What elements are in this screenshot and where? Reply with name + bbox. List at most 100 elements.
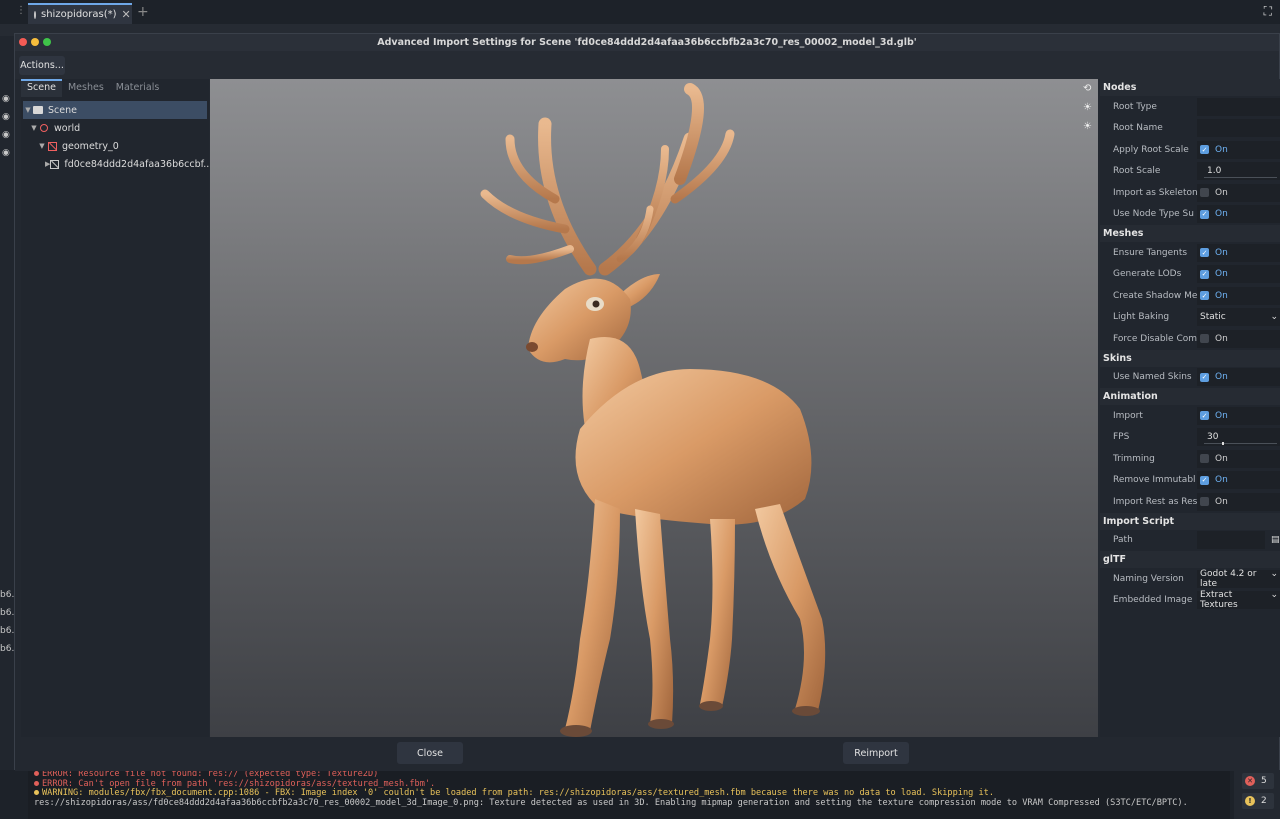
prop-label: Create Shadow Me	[1113, 290, 1197, 301]
node3d-icon	[39, 124, 49, 133]
error-bullet-icon	[34, 780, 39, 786]
log-line: WARNING: modules/fbx/fbx_document.cpp:10…	[42, 788, 994, 799]
prop-force-disable-compression: Force Disable Com On	[1100, 328, 1280, 350]
collapse-arrow-icon[interactable]: ▼	[23, 106, 33, 114]
minimize-window-icon[interactable]	[31, 38, 39, 46]
root-name-field[interactable]	[1197, 119, 1280, 138]
prop-generate-lods: Generate LODs ✓ On	[1100, 264, 1280, 286]
close-button[interactable]: Close	[397, 742, 463, 764]
folder-icon[interactable]: ▤	[1271, 535, 1280, 545]
create-shadow-checkbox[interactable]: ✓ On	[1197, 286, 1280, 305]
collapse-arrow-icon[interactable]: ▼	[29, 124, 39, 132]
use-node-type-checkbox[interactable]: ✓ On	[1197, 205, 1280, 224]
trimming-checkbox[interactable]: On	[1197, 449, 1280, 468]
prop-apply-root-scale: Apply Root Scale ✓ On	[1100, 139, 1280, 161]
file-item[interactable]: b6.	[0, 626, 14, 636]
prop-remove-immutable: Remove Immutabl ✓ On	[1100, 470, 1280, 492]
checkbox-checked-icon: ✓	[1200, 248, 1209, 258]
close-window-icon[interactable]	[19, 38, 27, 46]
menu-dots-icon[interactable]: ⋮	[16, 5, 26, 16]
actions-bar: Actions...	[15, 51, 1279, 79]
prop-label: Trimming	[1113, 453, 1155, 464]
path-input[interactable]	[1197, 531, 1265, 550]
fullscreen-icon[interactable]: ⛶	[1264, 4, 1272, 19]
prop-import-as-skeleton: Import as Skeleton On	[1100, 182, 1280, 204]
rotate-icon[interactable]: ⟲	[1083, 83, 1092, 94]
eye-icon[interactable]: ◉	[2, 148, 10, 158]
light-baking-dropdown[interactable]: Static ⌄	[1197, 308, 1280, 327]
embedded-image-dropdown[interactable]: Extract Textures ⌄	[1197, 590, 1280, 610]
section-gltf: glTF	[1100, 551, 1280, 568]
anim-import-checkbox[interactable]: ✓ On	[1197, 406, 1280, 425]
root-scale-spinbox[interactable]: 1.0	[1197, 162, 1280, 181]
log-line: ERROR: Can't open file from path 'res://…	[42, 778, 436, 789]
dialog-title: Advanced Import Settings for Scene 'fd0c…	[377, 37, 917, 48]
eye-icon[interactable]: ◉	[2, 130, 10, 140]
checkbox-unchecked-icon	[1200, 334, 1209, 344]
section-nodes: Nodes	[1100, 79, 1280, 96]
file-item[interactable]: b6.	[0, 590, 14, 600]
tab-meshes[interactable]: Meshes	[62, 79, 110, 97]
checkbox-checked-icon: ✓	[1200, 475, 1209, 485]
naming-version-dropdown[interactable]: Godot 4.2 or late ⌄	[1197, 569, 1280, 589]
maximize-window-icon[interactable]	[43, 38, 51, 46]
tree-item-geometry[interactable]: ▼ geometry_0	[23, 137, 207, 155]
tree-item-mesh[interactable]: ▶ fd0ce84ddd2d4afaa36b6ccbf...	[23, 155, 212, 173]
error-count: 5	[1261, 776, 1267, 786]
checkbox-checked-icon: ✓	[1200, 411, 1209, 421]
log-line: res://shizopidoras/ass/fd0ce84ddd2d4afaa…	[34, 797, 1188, 808]
tree-item-world[interactable]: ▼ world	[23, 119, 207, 137]
prop-label: Ensure Tangents	[1113, 247, 1188, 258]
scene-tab[interactable]: shizopidoras(*) ✕	[28, 3, 132, 24]
3d-viewport[interactable]: ⟲ ☀ ☀	[210, 79, 1098, 737]
fps-spinbox[interactable]: 30	[1197, 428, 1280, 447]
dialog-button-bar: Close Reimport	[15, 737, 1279, 771]
warning-filter-button[interactable]: ! 2	[1242, 793, 1274, 809]
prop-root-scale: Root Scale 1.0	[1100, 161, 1280, 183]
slider-knob[interactable]	[1222, 442, 1224, 446]
tree-item-scene[interactable]: ▼ Scene	[23, 101, 207, 119]
scene-tree: ▼ Scene ▼ world ▼ geometry_0 ▶ fd0ce84dd…	[23, 101, 212, 173]
output-log: ERROR: Resource file not found: res:// (…	[28, 768, 1230, 819]
checkbox-checked-icon: ✓	[1200, 269, 1209, 279]
collapse-arrow-icon[interactable]: ▼	[37, 142, 47, 150]
tab-materials[interactable]: Materials	[110, 79, 166, 97]
warning-icon: !	[1245, 796, 1255, 806]
actions-button[interactable]: Actions...	[19, 56, 65, 75]
prop-label: Import as Skeleton	[1113, 187, 1197, 198]
eye-icon[interactable]: ◉	[2, 94, 10, 104]
file-item[interactable]: b6.	[0, 644, 14, 654]
prop-embedded-image: Embedded Image Extract Textures ⌄	[1100, 590, 1280, 612]
light-icon[interactable]: ☀	[1083, 102, 1092, 113]
force-disable-checkbox[interactable]: On	[1197, 329, 1280, 348]
prop-label: Apply Root Scale	[1113, 144, 1189, 155]
prop-label: Use Node Type Su	[1113, 209, 1194, 220]
generate-lods-checkbox[interactable]: ✓ On	[1197, 265, 1280, 284]
tree-item-label: Scene	[48, 104, 77, 116]
file-item[interactable]: b6.	[0, 608, 14, 618]
import-as-skeleton-checkbox[interactable]: On	[1197, 183, 1280, 202]
reimport-button[interactable]: Reimport	[843, 742, 909, 764]
import-rest-checkbox[interactable]: On	[1197, 492, 1280, 511]
root-type-field[interactable]	[1197, 97, 1280, 116]
apply-root-scale-checkbox[interactable]: ✓ On	[1197, 140, 1280, 159]
light-icon[interactable]: ☀	[1083, 121, 1092, 132]
section-animation: Animation	[1100, 388, 1280, 405]
tab-scene[interactable]: Scene	[21, 79, 62, 97]
prop-label: Naming Version	[1113, 573, 1184, 584]
prop-label: Path	[1113, 535, 1133, 546]
prop-use-node-type: Use Node Type Su ✓ On	[1100, 204, 1280, 226]
scene-tab-label: shizopidoras(*)	[41, 9, 117, 20]
eye-icon[interactable]: ◉	[2, 112, 10, 122]
prop-label: Light Baking	[1113, 312, 1170, 323]
close-tab-icon[interactable]: ✕	[122, 8, 131, 21]
checkbox-unchecked-icon	[1200, 497, 1209, 507]
prop-import-rest: Import Rest as Res On	[1100, 491, 1280, 513]
use-named-skins-checkbox[interactable]: ✓ On	[1197, 368, 1280, 387]
add-tab-icon[interactable]: +	[137, 4, 149, 20]
ensure-tangents-checkbox[interactable]: ✓ On	[1197, 243, 1280, 262]
error-filter-button[interactable]: ✕ 5	[1242, 773, 1274, 789]
viewport-controls: ⟲ ☀ ☀	[1083, 83, 1092, 132]
prop-naming-version: Naming Version Godot 4.2 or late ⌄	[1100, 568, 1280, 590]
remove-immutable-checkbox[interactable]: ✓ On	[1197, 471, 1280, 490]
